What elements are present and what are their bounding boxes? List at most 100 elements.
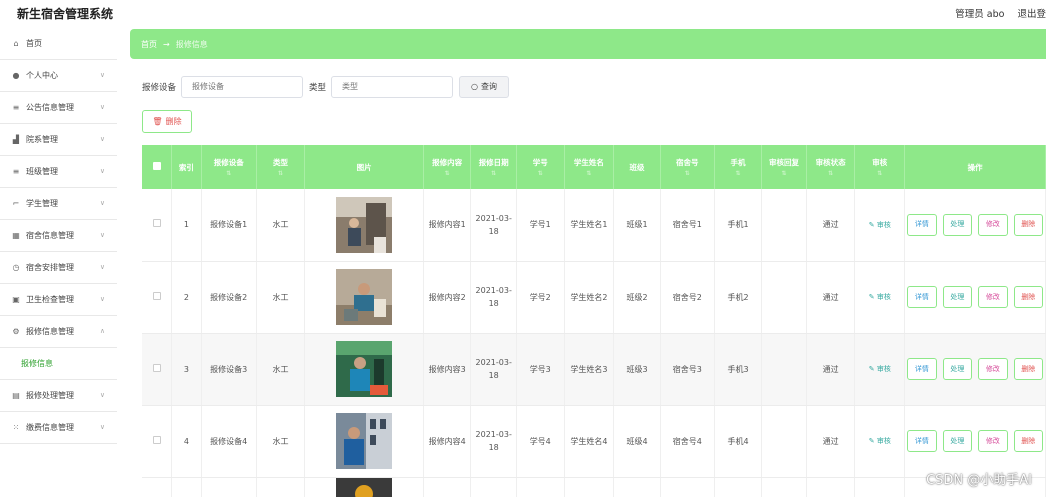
edit-button[interactable]: 修改 bbox=[978, 286, 1008, 308]
column-header[interactable]: 审核状态 ⇅ bbox=[806, 145, 856, 189]
cell-photo bbox=[304, 189, 424, 262]
cell-dorm: 宿舍号1 bbox=[660, 189, 715, 262]
edit-icon: ✎ bbox=[868, 437, 875, 445]
row-checkbox[interactable] bbox=[152, 291, 161, 300]
delete-button[interactable]: 删除 bbox=[1013, 430, 1044, 452]
cell-status: 通过 bbox=[806, 405, 856, 478]
cell-status: 通过 bbox=[806, 261, 856, 334]
audit-link[interactable]: ✎ 审核 bbox=[869, 293, 891, 301]
sidebar-item-hygiene[interactable]: ▣ 卫生检查管理 ∨ bbox=[0, 284, 117, 316]
chevron-down-icon: ∨ bbox=[99, 391, 105, 399]
repair-photo[interactable] bbox=[336, 413, 393, 469]
sort-icon[interactable]: ⇅ bbox=[764, 170, 803, 177]
sort-icon[interactable]: ⇅ bbox=[204, 170, 254, 177]
user-icon: ● bbox=[12, 71, 20, 80]
apps-icon: ⁙ bbox=[12, 423, 20, 432]
audit-link[interactable]: ✎ 审核 bbox=[869, 437, 891, 445]
sidebar-item-dorm-arrange[interactable]: ◷ 宿舍安排管理 ∨ bbox=[0, 252, 117, 284]
sidebar-item-label: 缴费信息管理 bbox=[26, 423, 74, 432]
photo-icon: ▣ bbox=[12, 295, 20, 304]
sort-icon[interactable]: ⇅ bbox=[519, 170, 562, 177]
sort-icon[interactable]: ⇅ bbox=[567, 170, 612, 177]
column-header[interactable]: 报修设备 ⇅ bbox=[201, 145, 257, 189]
sidebar-item-payment[interactable]: ⁙ 缴费信息管理 ∨ bbox=[0, 412, 117, 444]
logout-link[interactable]: 退出登 bbox=[1017, 9, 1046, 20]
row-checkbox[interactable] bbox=[152, 435, 161, 444]
delete-button[interactable]: 删除 bbox=[1013, 286, 1044, 308]
detail-button[interactable]: 详情 bbox=[907, 213, 937, 236]
cell-date: 2021-03-18 bbox=[470, 261, 517, 334]
column-header[interactable]: 审核回复 ⇅ bbox=[761, 145, 807, 189]
batch-delete-button[interactable]: 🗑 删除 bbox=[142, 110, 192, 133]
device-search-input[interactable] bbox=[181, 75, 304, 98]
sort-icon[interactable]: ⇅ bbox=[426, 170, 469, 177]
column-header[interactable]: 类型 ⇅ bbox=[256, 145, 306, 189]
delete-button[interactable]: 删除 bbox=[1013, 358, 1044, 380]
cell-student-no: 学号4 bbox=[516, 405, 565, 478]
repair-photo[interactable] bbox=[336, 269, 393, 325]
repair-photo[interactable] bbox=[336, 478, 393, 497]
sort-icon[interactable]: ⇅ bbox=[857, 170, 902, 177]
top-bar: 新生宿舍管理系统 管理员 abo 退出登 bbox=[0, 0, 1046, 28]
edit-button[interactable]: 修改 bbox=[978, 358, 1008, 380]
breadcrumb-home[interactable]: 首页 bbox=[141, 39, 157, 50]
cell-index: 3 bbox=[171, 333, 202, 406]
sidebar-item-notice[interactable]: ≡ 公告信息管理 ∨ bbox=[0, 92, 117, 124]
type-search-input[interactable] bbox=[331, 75, 454, 98]
sidebar-item-student[interactable]: ⌐ 学生管理 ∨ bbox=[0, 188, 117, 220]
delete-button[interactable]: 删除 bbox=[1013, 213, 1044, 236]
doc-icon: ▤ bbox=[12, 391, 20, 400]
sidebar-subitem-repair-info[interactable]: 报修信息 bbox=[0, 348, 117, 380]
cell-type: 水工 bbox=[256, 333, 306, 406]
admin-label: 管理员 abo bbox=[955, 9, 1005, 20]
sidebar-item-department[interactable]: ▟ 院系管理 ∨ bbox=[0, 124, 117, 156]
sort-icon[interactable]: ⇅ bbox=[809, 170, 853, 177]
detail-button[interactable]: 详情 bbox=[907, 286, 937, 308]
cell-device: 报修设备1 bbox=[201, 189, 257, 262]
sort-icon[interactable]: ⇅ bbox=[663, 170, 712, 177]
select-all-checkbox[interactable] bbox=[152, 162, 161, 170]
column-header[interactable]: 学号 ⇅ bbox=[516, 145, 565, 189]
sidebar-item-personal-center[interactable]: ● 个人中心 ∨ bbox=[0, 60, 117, 92]
column-header[interactable]: 学生姓名 ⇅ bbox=[564, 145, 615, 189]
cell-student-name: 学生姓名1 bbox=[564, 189, 615, 262]
audit-link[interactable]: ✎ 审核 bbox=[869, 365, 891, 373]
search-form: 报修设备 类型 ○ 查询 bbox=[142, 75, 510, 98]
handle-button[interactable]: 处理 bbox=[942, 286, 973, 308]
sort-icon[interactable]: ⇅ bbox=[717, 170, 760, 177]
audit-link[interactable]: ✎ 审核 bbox=[869, 221, 891, 229]
column-header[interactable]: 报修内容 ⇅ bbox=[423, 145, 472, 189]
sidebar-item-dorm-info[interactable]: ▦ 宿舍信息管理 ∨ bbox=[0, 220, 117, 252]
handle-button[interactable]: 处理 bbox=[942, 358, 973, 380]
table-row bbox=[142, 477, 1046, 497]
cell-phone: 手机4 bbox=[714, 405, 763, 478]
select-all-header[interactable] bbox=[142, 145, 173, 189]
detail-button[interactable]: 详情 bbox=[907, 358, 937, 380]
edit-button[interactable]: 修改 bbox=[978, 430, 1008, 452]
column-header[interactable]: 宿舍号 ⇅ bbox=[660, 145, 715, 189]
search-button[interactable]: ○ 查询 bbox=[459, 75, 510, 98]
edit-icon: ✎ bbox=[868, 293, 875, 301]
sidebar-item-label: 卫生检查管理 bbox=[26, 295, 74, 304]
column-header[interactable]: 班级 bbox=[613, 145, 661, 189]
edit-button[interactable]: 修改 bbox=[978, 213, 1008, 236]
sidebar-item-home[interactable]: ⌂ 首页 bbox=[0, 28, 117, 60]
column-header[interactable]: 索引 bbox=[171, 145, 202, 189]
handle-button[interactable]: 处理 bbox=[942, 213, 973, 236]
column-header[interactable]: 报修日期 ⇅ bbox=[470, 145, 517, 189]
edit-icon: ✎ bbox=[868, 365, 875, 373]
column-header[interactable]: 手机 ⇅ bbox=[714, 145, 763, 189]
row-checkbox[interactable] bbox=[152, 219, 161, 228]
row-checkbox[interactable] bbox=[152, 363, 161, 372]
handle-button[interactable]: 处理 bbox=[942, 430, 973, 452]
repair-photo[interactable] bbox=[336, 196, 393, 253]
repair-photo[interactable] bbox=[336, 341, 393, 397]
sort-icon[interactable]: ⇅ bbox=[473, 170, 513, 177]
sort-icon[interactable]: ⇅ bbox=[259, 170, 303, 177]
sidebar-item-repair-handle[interactable]: ▤ 报修处理管理 ∨ bbox=[0, 380, 117, 412]
sidebar-item-class[interactable]: ≡ 班级管理 ∨ bbox=[0, 156, 117, 188]
crop-icon: ⌐ bbox=[12, 199, 20, 208]
sidebar-item-repair-info-manage[interactable]: ⚙ 报修信息管理 ∧ bbox=[0, 316, 117, 348]
column-header[interactable]: 审核 ⇅ bbox=[854, 145, 906, 189]
detail-button[interactable]: 详情 bbox=[907, 430, 937, 452]
